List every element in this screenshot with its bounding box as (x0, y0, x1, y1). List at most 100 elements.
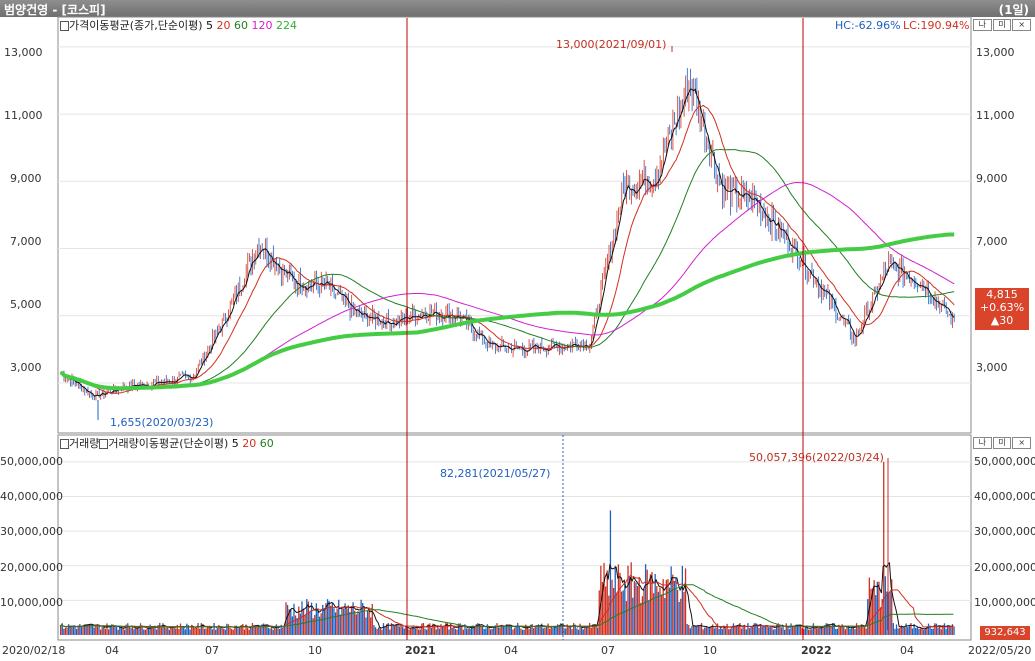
volume-bar (756, 625, 759, 635)
hc-label: HC:-62.96% (835, 19, 901, 32)
volume-bar (465, 628, 468, 635)
volume-bar (715, 627, 717, 635)
volume-bar (365, 617, 367, 635)
x-tick: 2022/05/20 (968, 644, 1032, 657)
volume-legend-title: 거래량 (69, 437, 100, 450)
volume-bar (179, 623, 182, 635)
volume-bar (152, 628, 154, 635)
close-panel-button[interactable]: × (1012, 19, 1032, 31)
volume-bar (320, 613, 322, 635)
volume-bar (549, 628, 551, 635)
volume-bar (705, 626, 707, 635)
volume-bar (360, 599, 362, 635)
volume-bar (246, 627, 249, 635)
volume-bar (397, 623, 399, 635)
x-tick: 04 (900, 644, 914, 657)
volume-bar (870, 588, 872, 635)
minimize-panel-button[interactable]: 나 (973, 437, 992, 449)
volume-bar (539, 625, 541, 635)
volume-bar (438, 628, 441, 635)
ma-legend-5: 5 (206, 19, 214, 32)
volume-bar (175, 628, 177, 635)
volume-bar (414, 628, 417, 635)
y-tick-left: 3,000 (10, 361, 42, 374)
minimize-panel-button[interactable]: 나 (973, 19, 992, 31)
volume-bar (849, 628, 851, 635)
volume-bar (728, 629, 730, 635)
panel-toggle-icon[interactable] (60, 439, 69, 449)
volume-bar (612, 587, 615, 635)
volume-bar (114, 626, 116, 635)
volume-bar (603, 562, 605, 635)
volume-bar (323, 608, 326, 635)
volume-bar (617, 564, 620, 635)
volume-bar (491, 628, 493, 635)
volume-bar (790, 623, 792, 635)
close-panel-button[interactable]: × (1012, 437, 1032, 449)
ma-legend-20: 20 (238, 437, 257, 450)
volume-bar (248, 629, 250, 635)
volume-bar (924, 628, 926, 635)
maximize-panel-button[interactable]: 미 (992, 19, 1012, 31)
volume-bar (710, 626, 712, 635)
volume-bar (189, 629, 191, 635)
volume-bar (747, 623, 749, 635)
volume-bar (278, 628, 281, 635)
volume-bar (128, 627, 131, 635)
volume-bar (544, 627, 546, 635)
volume-bar (425, 629, 428, 635)
volume-bar (699, 626, 701, 635)
volume-bar (656, 586, 658, 635)
volume-bar (597, 627, 599, 635)
volume-bar (130, 628, 132, 635)
maximize-panel-button[interactable]: 미 (992, 437, 1012, 449)
volume-bar (294, 615, 297, 635)
volume-bar (481, 626, 484, 635)
volume-bar (630, 562, 632, 635)
volume-bar (387, 622, 389, 635)
volume-bar (408, 629, 410, 635)
ma-legend-120: 120 (248, 19, 273, 32)
volume-bar (590, 627, 592, 635)
volume-bar (643, 589, 645, 635)
volume-bar (520, 628, 522, 635)
volume-bar (379, 627, 381, 635)
price-legend-title: 가격이동평균(종가,단순이평) (69, 19, 203, 32)
volume-bar (499, 627, 501, 635)
volume-bar (565, 628, 567, 635)
volume-bar (606, 570, 608, 635)
volume-bar (195, 627, 198, 635)
volume-bar (684, 568, 687, 635)
volume-bar (691, 625, 693, 635)
volume-bar (231, 628, 233, 635)
volume-bar (178, 628, 180, 635)
volume-bar (211, 629, 214, 635)
volume-bar (358, 611, 361, 635)
volume-bar (168, 629, 170, 635)
volume-bar (641, 596, 644, 635)
volume-bar (895, 624, 898, 635)
volume-bar (334, 612, 337, 635)
volume-bar (291, 616, 294, 635)
volume-bar (611, 579, 613, 635)
volume-bar (341, 606, 343, 635)
volume-bar (496, 623, 498, 635)
change-percent: +0.63% (979, 301, 1025, 314)
volume-bar (550, 626, 552, 635)
vol-tick-left: 50,000,000 (0, 455, 63, 468)
panel-toggle-icon[interactable] (60, 21, 69, 31)
volume-bar (338, 599, 340, 635)
volume-bar (793, 626, 795, 635)
volume-bar (239, 627, 241, 635)
volume-bar (355, 614, 357, 635)
volume-bar (745, 629, 747, 635)
volume-bar (676, 589, 679, 635)
volume-bar (716, 623, 719, 635)
chart-canvas[interactable] (0, 0, 1035, 661)
volume-bar (943, 623, 946, 635)
volume-bar (704, 627, 706, 635)
lc-label: LC:190.94% (903, 19, 970, 32)
volume-bar (815, 628, 818, 635)
chart-window: 범양건영 - [코스피] (1일) 가격이동평균(종가,단순이평) 5 20 6… (0, 0, 1035, 661)
volume-bar (127, 623, 129, 635)
